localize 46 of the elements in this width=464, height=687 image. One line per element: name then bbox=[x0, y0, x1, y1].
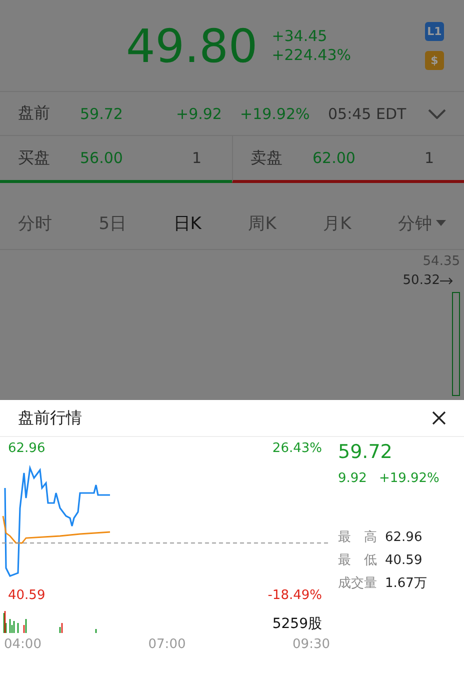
sheet-change: 9.92 bbox=[338, 471, 367, 486]
bid-size: 1 bbox=[192, 149, 202, 167]
time-label: 09:30 bbox=[292, 637, 330, 652]
ask-price: 62.00 bbox=[312, 149, 356, 167]
price-value: 49.80 bbox=[126, 18, 258, 72]
stat-value: 40.59 bbox=[385, 552, 422, 570]
level-badge: L1 bbox=[425, 22, 444, 40]
sheet-title: 盘前行情 bbox=[18, 408, 82, 428]
currency-badge: $ bbox=[425, 50, 444, 70]
ask-size: 1 bbox=[424, 149, 434, 167]
premarket-percent: +19.92% bbox=[240, 104, 311, 122]
chart-tab[interactable]: 周K bbox=[248, 212, 276, 234]
premarket-time: 05:45 EDT bbox=[328, 104, 406, 122]
chart-tab[interactable]: 分钟 bbox=[398, 212, 446, 234]
stat-label: 最 低 bbox=[338, 552, 377, 570]
chart-tab[interactable]: 日K bbox=[173, 212, 202, 234]
sheet-percent: +19.92% bbox=[378, 471, 440, 486]
bid-label: 买盘 bbox=[18, 148, 51, 168]
price-axis-label: 54.35 bbox=[422, 254, 460, 269]
ask-label: 卖盘 bbox=[250, 148, 284, 168]
sheet-price: 59.72 bbox=[338, 441, 394, 463]
time-label: 07:00 bbox=[148, 637, 186, 652]
stat-label: 最 高 bbox=[338, 529, 377, 547]
premarket-label: 盘前 bbox=[18, 103, 51, 124]
chart-tab[interactable]: 分时 bbox=[18, 212, 52, 234]
arrow-icon bbox=[440, 276, 454, 284]
caret-down-icon bbox=[436, 220, 446, 226]
bid-price: 56.00 bbox=[80, 149, 123, 167]
last-price-label: 50.32 bbox=[402, 273, 440, 288]
stat-value: 62.96 bbox=[385, 529, 422, 547]
premarket-price: 59.72 bbox=[80, 104, 124, 122]
chart-tab[interactable]: 5日 bbox=[98, 212, 127, 234]
change-percent: +224.43% bbox=[272, 46, 351, 64]
low-percent-label: -18.49% bbox=[268, 588, 322, 603]
change-value: +34.45 bbox=[272, 26, 328, 46]
stat-label: 成交量 bbox=[338, 575, 377, 593]
close-icon[interactable] bbox=[432, 411, 446, 425]
stat-value: 1.67万 bbox=[385, 575, 427, 593]
chevron-down-icon[interactable] bbox=[428, 108, 446, 118]
volume-label: 5259股 bbox=[272, 615, 322, 633]
high-price-label: 62.96 bbox=[8, 441, 46, 456]
premarket-change: +9.92 bbox=[176, 104, 223, 122]
time-label: 04:00 bbox=[4, 637, 42, 652]
chart-tab[interactable]: 月K bbox=[323, 212, 352, 234]
low-price-label: 40.59 bbox=[8, 588, 46, 603]
high-percent-label: 26.43% bbox=[272, 441, 322, 456]
